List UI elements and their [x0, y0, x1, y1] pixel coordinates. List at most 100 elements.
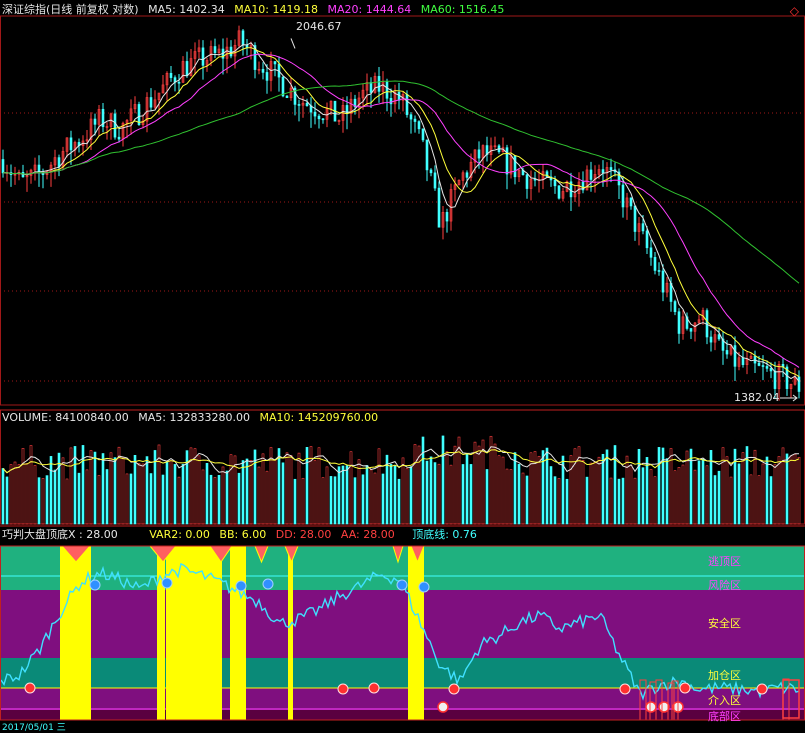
volume-bar [373, 472, 377, 525]
candle-body [273, 61, 277, 65]
candle-body [709, 336, 713, 343]
volume-bar [597, 456, 601, 525]
zone-label-escape: 逃顶区 [708, 555, 741, 568]
volume-bar [673, 470, 677, 525]
diamond-icon[interactable]: ◇ [790, 4, 799, 18]
candle-body [285, 95, 289, 99]
volume-bar [793, 453, 797, 525]
volume-bar [789, 455, 793, 525]
volume-bar [693, 469, 697, 525]
volume-bar [213, 477, 217, 525]
candle-body [297, 104, 301, 106]
volume-bar [405, 468, 409, 525]
volume-bar [225, 470, 229, 525]
volume-bar [249, 460, 253, 525]
volume-bar [209, 474, 213, 525]
candle-body [421, 128, 425, 141]
signal-column [408, 546, 424, 720]
aa-value: AA: 28.00 [340, 528, 395, 541]
volume-bar [149, 473, 153, 525]
volume-bar [713, 475, 717, 525]
volume-bar [461, 464, 465, 525]
volume-bar [589, 462, 593, 525]
candle-body [657, 270, 661, 272]
candle-body [645, 230, 649, 249]
volume-bar [301, 477, 305, 525]
volume-bar [357, 459, 361, 525]
candle-body [717, 334, 721, 340]
volume-bar [657, 447, 661, 525]
candle-body [321, 118, 325, 121]
chart-canvas [0, 15, 805, 721]
candle-body [385, 80, 389, 99]
volume-bar [685, 450, 689, 525]
volume-bar [329, 476, 333, 525]
volume-ma10-value: MA10: 145209760.00 [259, 411, 379, 424]
volume-bar [517, 463, 521, 525]
candle-body [409, 114, 413, 120]
volume-bar [341, 465, 345, 525]
volume-bar [265, 470, 269, 525]
volume-bar [21, 448, 25, 525]
volume-bar [145, 456, 149, 525]
volume-bar [553, 476, 557, 525]
volume-bar [349, 451, 353, 525]
volume-bar [49, 456, 53, 525]
volume-bar [429, 456, 433, 525]
candle-body [677, 311, 681, 334]
volume-bar [525, 475, 529, 525]
volume-bar [289, 455, 293, 525]
top-signal-dot [396, 579, 408, 591]
volume-bar [69, 447, 73, 525]
volume-bar [509, 469, 513, 525]
volume-bar [757, 475, 761, 525]
volume-bar [717, 470, 721, 525]
candle-body [377, 76, 381, 92]
volume-bar [433, 462, 437, 525]
candle-body [757, 362, 761, 366]
volume-bar [729, 476, 733, 525]
dd-value: DD: 28.00 [275, 528, 332, 541]
bottom-signal-dot [448, 683, 460, 695]
volume-bar [697, 460, 701, 525]
volume-bar [581, 459, 585, 525]
volume-bar [765, 456, 769, 525]
volume-bar [273, 459, 277, 525]
candle-body [773, 370, 777, 389]
candle-body [465, 172, 469, 178]
volume-bar [109, 452, 113, 525]
volume-bar [365, 465, 369, 525]
candle-body [229, 46, 233, 57]
indicator-header: 巧判大盘顶底X : 28.00 VAR2: 0.00 BB: 6.00 DD: … [2, 528, 483, 542]
volume-bar [465, 453, 469, 525]
high-pointer [290, 38, 296, 49]
price-high-label: 2046.67 [296, 20, 342, 33]
volume-ma5-line [2, 446, 800, 474]
volume-bar [497, 455, 501, 525]
volume-bar [65, 478, 69, 525]
top-signal-dot [235, 580, 247, 592]
volume-bar [393, 465, 397, 525]
candle-body [477, 149, 481, 159]
volume-bar [161, 474, 165, 525]
volume-bar [181, 464, 185, 525]
volume-bar [489, 435, 493, 525]
volume-bar [381, 473, 385, 525]
bottom-signal-dot [756, 683, 768, 695]
volume-bar [169, 460, 173, 525]
volume-bar [61, 457, 65, 525]
candle-body [433, 172, 437, 189]
volume-ma10-line [2, 449, 800, 474]
volume-bar [457, 436, 461, 525]
volume-bar [81, 445, 85, 525]
candle-body [689, 328, 693, 332]
volume-bar [437, 463, 441, 525]
price-header: 深证综指(日线 前复权 对数) MA5: 1402.34 MA10: 1419.… [2, 3, 510, 17]
zone-label-bottom: 底部区 [708, 710, 741, 723]
volume-bar [293, 478, 297, 525]
candle-body [445, 212, 449, 222]
volume-bar [705, 465, 709, 525]
top-signal-dot [89, 579, 101, 591]
volume-bar [477, 445, 481, 525]
candle-body [725, 350, 729, 355]
